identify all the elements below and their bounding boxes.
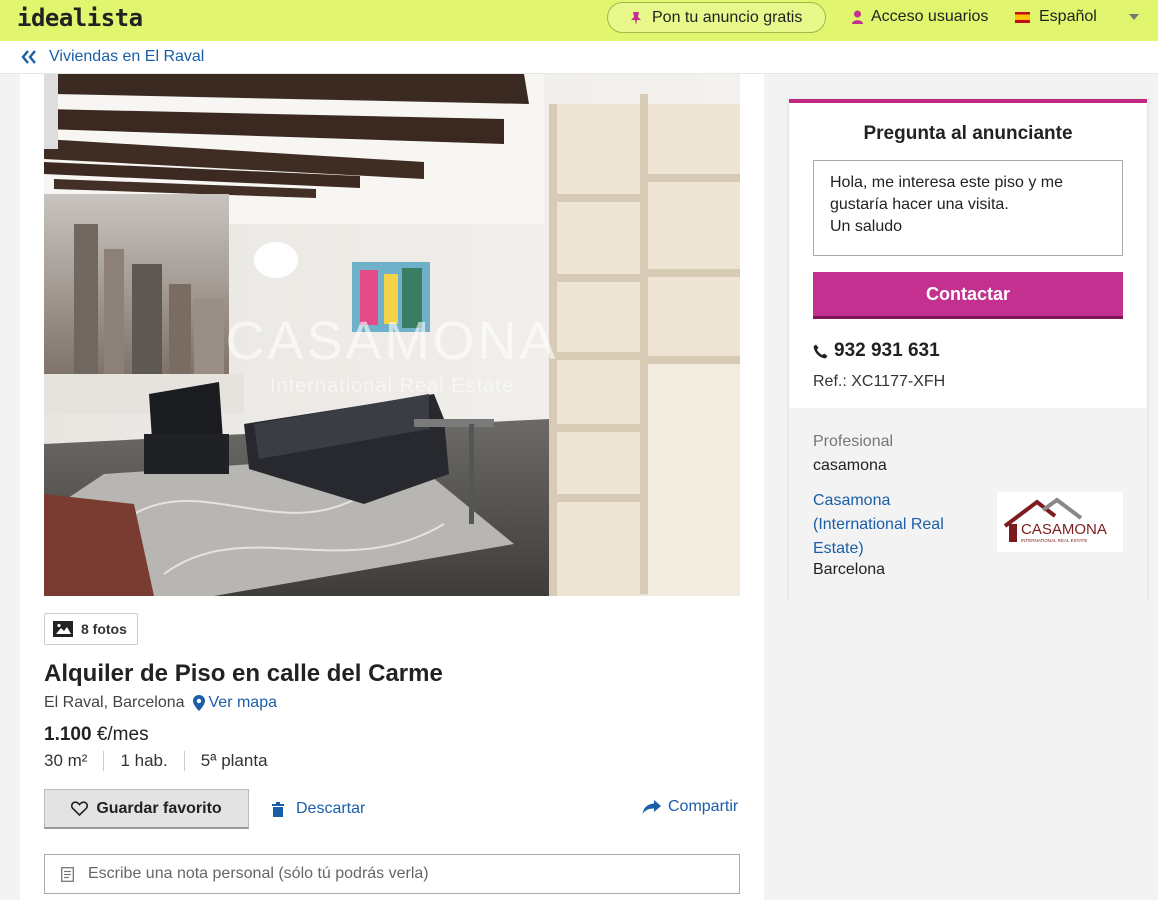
listing-features: 30 m² 1 hab. 5ª planta [44, 748, 284, 774]
contact-card: Pregunta al anunciante Hola, me interesa… [789, 99, 1147, 603]
advertiser-section: Profesional casamona Casamona (Internati… [789, 408, 1147, 603]
listing-price: 1.100 €/mes [44, 724, 149, 746]
map-pin-icon [192, 695, 205, 711]
phone-number[interactable]: 932 931 631 [813, 340, 940, 362]
agency-logo-subtext: INTERNATIONAL REAL ESTATE [1021, 538, 1087, 543]
photos-count: 8 fotos [81, 621, 127, 637]
heart-icon [71, 801, 89, 816]
chevron-down-icon[interactable] [1129, 14, 1139, 20]
breadcrumb[interactable]: Viviendas en El Raval [21, 48, 204, 66]
reference-code: Ref.: XC1177-XFH [813, 373, 946, 390]
personal-note-placeholder: Escribe una nota personal (sólo tú podrá… [88, 865, 429, 882]
save-favorite-button[interactable]: Guardar favorito [44, 789, 249, 829]
user-icon [852, 10, 863, 24]
professional-name: casamona [813, 457, 887, 474]
agency-link[interactable]: Casamona (International Real Estate) [813, 489, 983, 561]
breadcrumb-bar: Viviendas en El Raval [0, 41, 1158, 74]
pin-icon [631, 11, 641, 25]
agency-logo[interactable]: CASAMONA INTERNATIONAL REAL ESTATE [997, 492, 1123, 552]
share-link[interactable]: Compartir [642, 798, 738, 816]
photo-watermark-brand: CASAMONA [225, 311, 558, 371]
price-amount: 1.100 [44, 724, 92, 745]
language-selector[interactable]: Español [1015, 8, 1097, 26]
phone-number-text: 932 931 631 [834, 340, 940, 361]
contact-message-textarea[interactable]: Hola, me interesa este piso y me gustarí… [813, 160, 1123, 256]
discard-label: Descartar [296, 800, 366, 817]
double-chevron-left-icon [21, 50, 36, 64]
note-icon [61, 866, 74, 882]
listing-photo[interactable]: CASAMONA International Real Estate [44, 74, 740, 596]
agency-city: Barcelona [813, 561, 886, 578]
login-link[interactable]: Acceso usuarios [852, 8, 988, 26]
listing-title: Alquiler de Piso en calle del Carme [44, 660, 443, 687]
site-logo[interactable]: idealista [17, 4, 143, 32]
contact-heading: Pregunta al anunciante [863, 123, 1073, 144]
price-unit: €/mes [96, 724, 149, 745]
view-map-label: Ver mapa [208, 694, 277, 711]
view-map-link[interactable]: Ver mapa [192, 694, 277, 712]
top-header: idealista Pon tu anuncio gratis Acceso u… [0, 0, 1158, 41]
personal-note-input[interactable]: Escribe una nota personal (sólo tú podrá… [44, 854, 740, 894]
location-text: El Raval, Barcelona [44, 694, 185, 711]
listing-location: El Raval, Barcelona Ver mapa [44, 694, 277, 712]
save-favorite-label: Guardar favorito [96, 799, 222, 817]
phone-icon [813, 344, 828, 358]
share-icon [642, 800, 661, 814]
post-ad-label: Pon tu anuncio gratis [652, 8, 803, 26]
feature-area: 30 m² [44, 751, 88, 770]
discard-link[interactable]: Descartar [272, 800, 365, 818]
photos-button[interactable]: 8 fotos [44, 613, 138, 645]
professional-label: Profesional [813, 433, 894, 450]
language-label: Español [1039, 8, 1097, 25]
flag-spain-icon [1015, 11, 1030, 23]
feature-floor: 5ª planta [183, 751, 284, 771]
feature-rooms: 1 hab. [103, 751, 183, 771]
agency-logo-text: CASAMONA [1021, 521, 1107, 538]
share-label: Compartir [668, 798, 739, 815]
trash-icon [272, 801, 284, 817]
contact-button[interactable]: Contactar [813, 272, 1123, 319]
breadcrumb-label: Viviendas en El Raval [49, 48, 205, 65]
post-ad-button[interactable]: Pon tu anuncio gratis [607, 2, 826, 33]
photo-watermark-subtitle: International Real Estate [270, 375, 514, 397]
camera-icon [53, 621, 73, 637]
login-label: Acceso usuarios [871, 8, 989, 25]
listing-card: CASAMONA International Real Estate 8 fot… [20, 74, 764, 900]
